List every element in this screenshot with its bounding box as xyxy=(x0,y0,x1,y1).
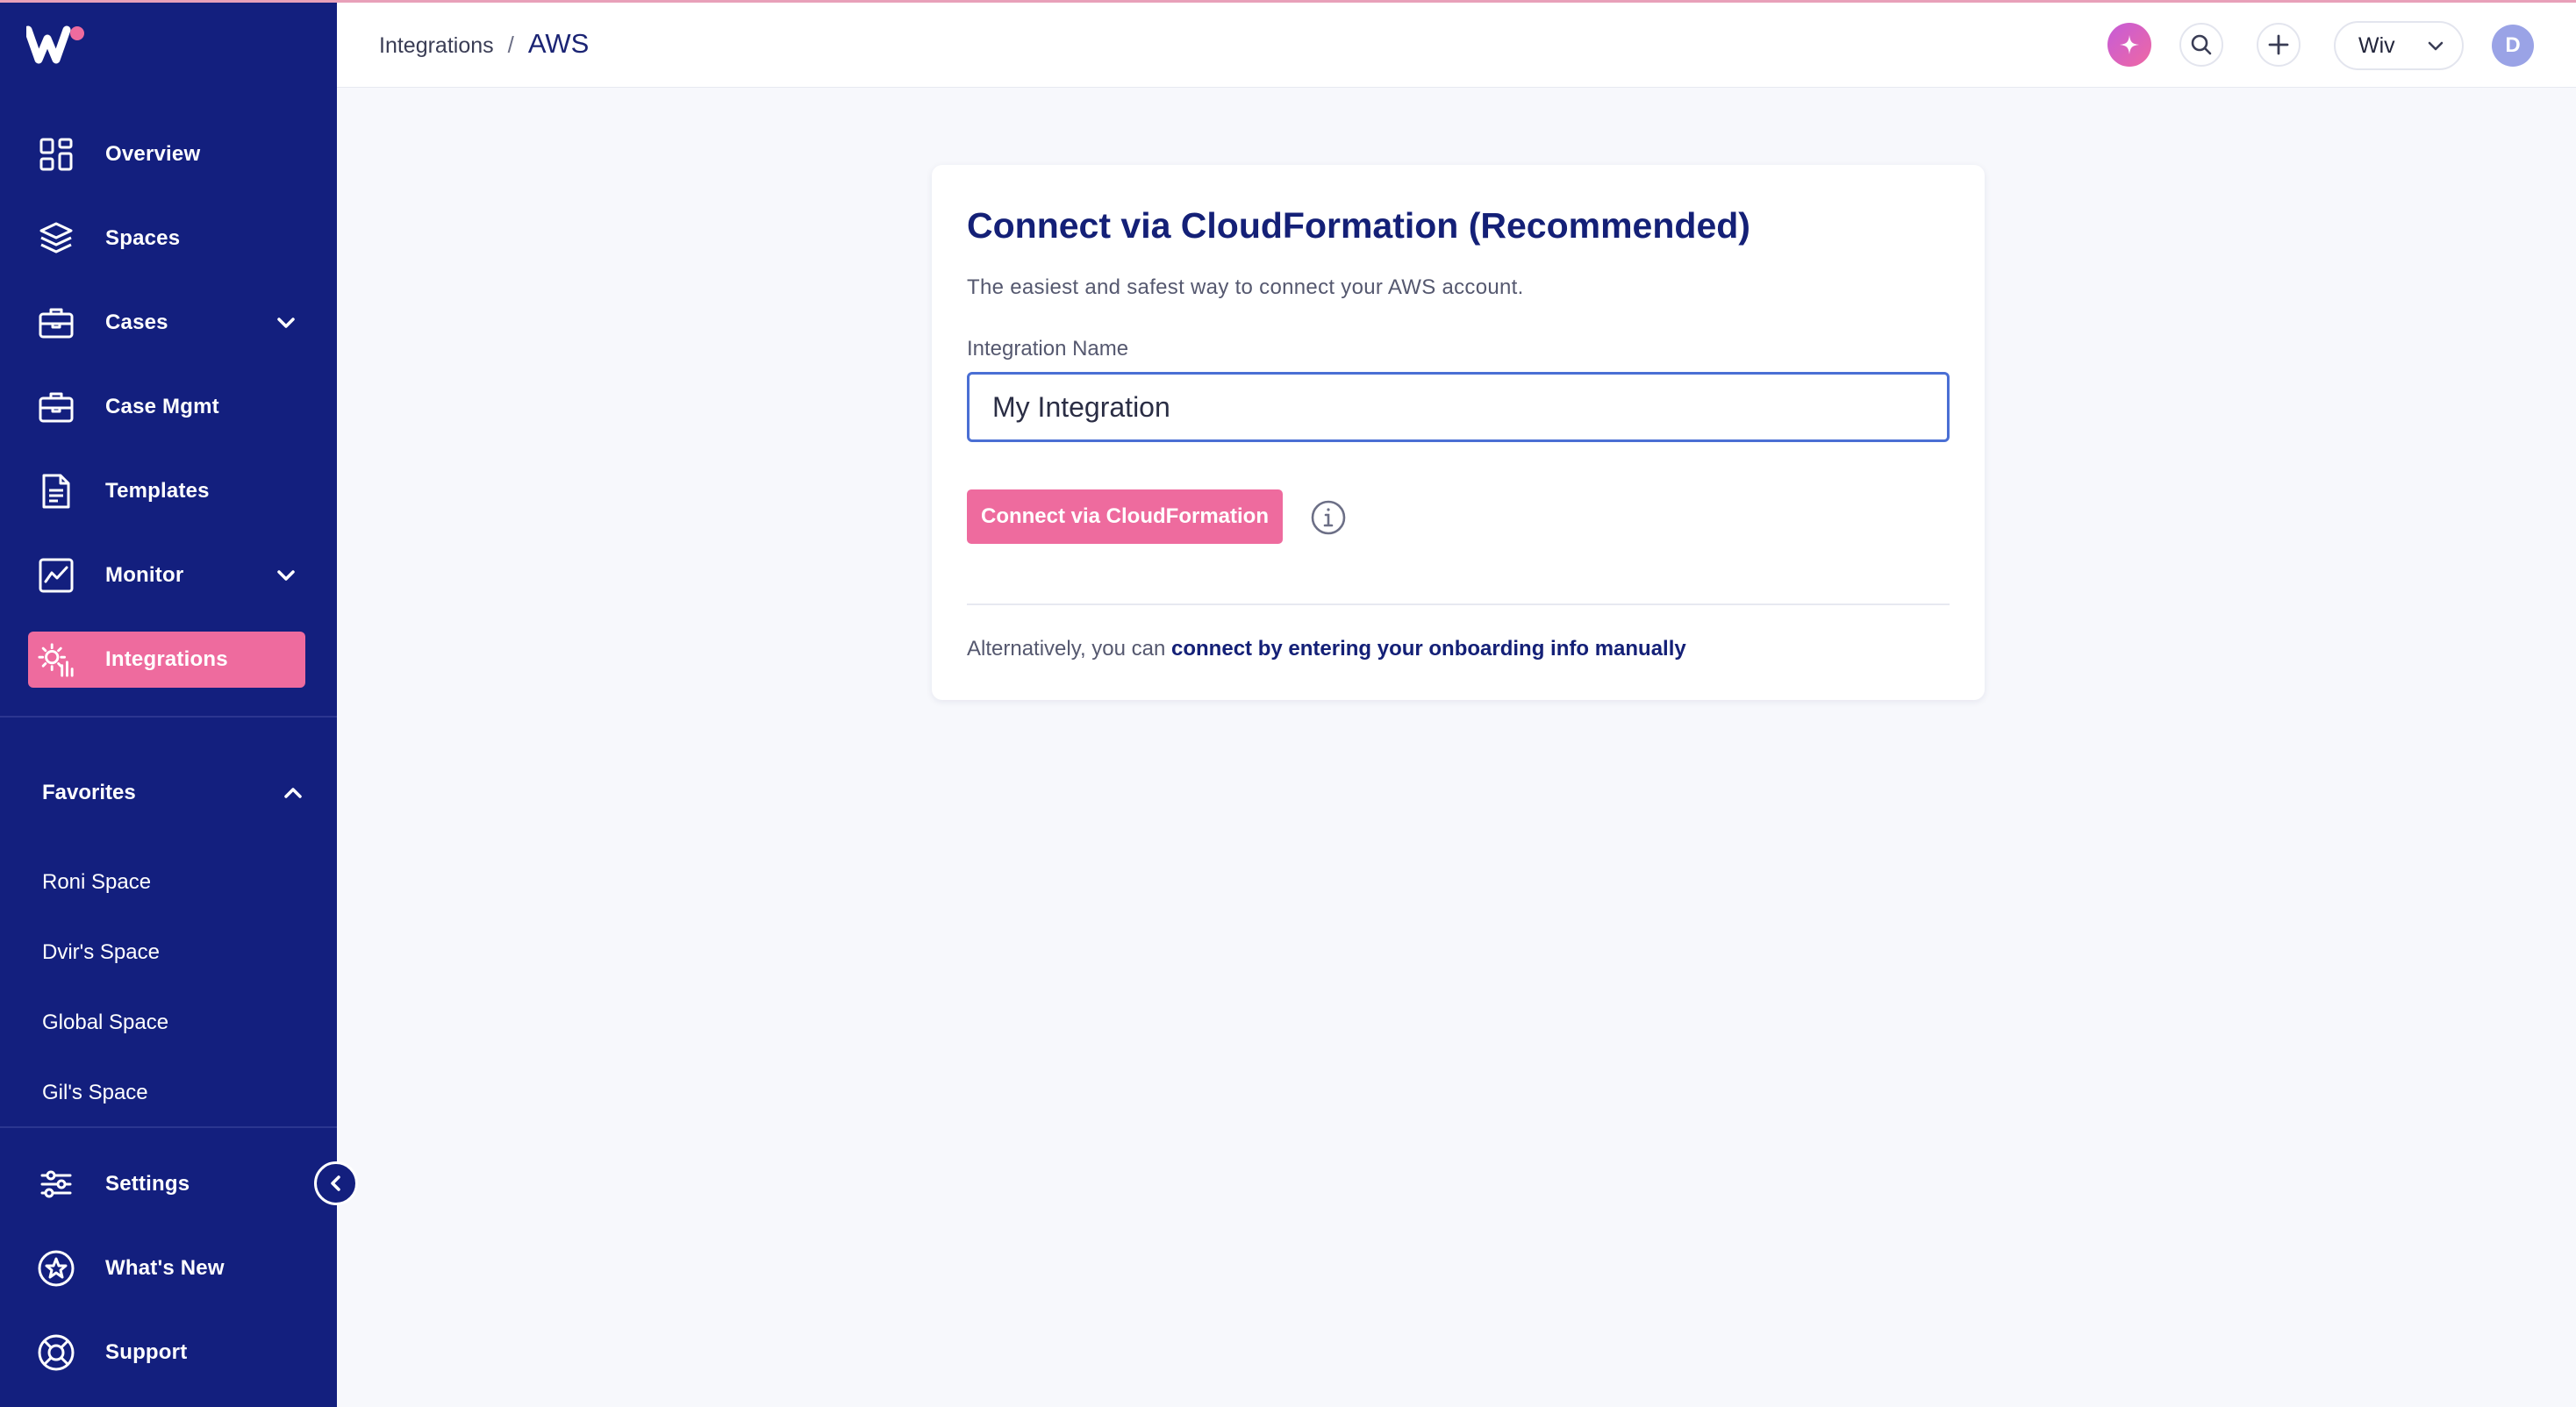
sidebar-collapse-button[interactable] xyxy=(314,1161,358,1205)
integration-name-label: Integration Name xyxy=(967,337,1129,361)
sidebar-divider xyxy=(0,1126,337,1128)
favorite-item-roni-space[interactable]: Roni Space xyxy=(42,870,151,895)
sidebar: Overview Spaces Cases Case Mgmt Template… xyxy=(0,0,337,1407)
user-avatar[interactable]: D xyxy=(2492,25,2534,67)
sidebar-item-label: Support xyxy=(105,1340,188,1364)
sidebar-divider xyxy=(0,716,337,718)
breadcrumb: Integrations / AWS xyxy=(379,28,589,60)
app-window: Overview Spaces Cases Case Mgmt Template… xyxy=(0,0,2576,1407)
favorites-label: Favorites xyxy=(42,781,136,804)
sidebar-item-label: Spaces xyxy=(105,226,181,250)
organization-name: Wiv xyxy=(2358,32,2395,58)
sidebar-item-case-mgmt[interactable]: Case Mgmt xyxy=(28,379,305,435)
chevron-left-icon xyxy=(331,1175,340,1191)
sidebar-item-label: Case Mgmt xyxy=(105,395,219,418)
connect-cloudformation-button[interactable]: Connect via CloudFormation xyxy=(967,489,1283,544)
sidebar-item-monitor[interactable]: Monitor xyxy=(28,547,305,604)
alternative-prefix: Alternatively, you can xyxy=(967,637,1172,661)
grid-icon xyxy=(37,135,75,174)
info-icon[interactable] xyxy=(1309,498,1348,537)
chevron-down-icon[interactable] xyxy=(274,563,298,588)
sidebar-item-spaces[interactable]: Spaces xyxy=(28,211,305,267)
breadcrumb-integrations[interactable]: Integrations xyxy=(379,33,494,59)
card-title: Connect via CloudFormation (Recommended) xyxy=(967,205,1750,246)
cloudformation-card: Connect via CloudFormation (Recommended)… xyxy=(932,165,1985,700)
plus-icon xyxy=(2268,34,2289,55)
top-accent-line xyxy=(0,0,2576,3)
chevron-down-icon[interactable] xyxy=(274,311,298,335)
sidebar-item-label: Integrations xyxy=(105,647,228,671)
layers-icon xyxy=(37,219,75,258)
card-divider xyxy=(967,604,1950,605)
document-icon xyxy=(37,472,75,511)
sliders-icon xyxy=(37,1165,75,1203)
briefcase-icon xyxy=(37,304,75,342)
card-subtitle: The easiest and safest way to connect yo… xyxy=(967,275,1524,299)
add-button[interactable] xyxy=(2257,23,2301,67)
sidebar-item-overview[interactable]: Overview xyxy=(28,126,305,182)
lifebuoy-icon xyxy=(37,1333,75,1372)
chevron-down-icon xyxy=(2428,41,2444,51)
sidebar-item-cases[interactable]: Cases xyxy=(28,295,305,351)
sidebar-item-support[interactable]: Support xyxy=(28,1325,305,1381)
favorite-item-gils-space[interactable]: Gil's Space xyxy=(42,1081,148,1105)
star-circle-icon xyxy=(37,1249,75,1288)
top-bar: Integrations / AWS Wiv D xyxy=(337,0,2576,88)
sidebar-item-label: What's New xyxy=(105,1256,225,1280)
sidebar-item-templates[interactable]: Templates xyxy=(28,463,305,519)
sparkle-icon xyxy=(2120,35,2139,54)
briefcase-icon xyxy=(37,388,75,426)
chart-monitor-icon xyxy=(37,556,75,595)
favorite-item-dvirs-space[interactable]: Dvir's Space xyxy=(42,940,160,965)
organization-select[interactable]: Wiv xyxy=(2334,21,2464,70)
favorite-item-global-space[interactable]: Global Space xyxy=(42,1011,168,1035)
sidebar-item-integrations[interactable]: Integrations xyxy=(28,632,305,688)
chevron-up-icon[interactable] xyxy=(281,781,305,805)
alternative-text: Alternatively, you can connect by enteri… xyxy=(967,637,1686,661)
sidebar-item-label: Settings xyxy=(105,1172,190,1196)
sidebar-item-label: Overview xyxy=(105,142,201,166)
manual-onboarding-link[interactable]: connect by entering your onboarding info… xyxy=(1171,637,1686,661)
search-icon xyxy=(2191,34,2212,55)
wiv-logo[interactable] xyxy=(26,25,88,65)
search-button[interactable] xyxy=(2179,23,2223,67)
breadcrumb-separator: / xyxy=(507,32,514,58)
ai-assistant-button[interactable] xyxy=(2107,23,2151,67)
breadcrumb-current: AWS xyxy=(527,28,590,59)
sidebar-item-whats-new[interactable]: What's New xyxy=(28,1240,305,1296)
sidebar-item-label: Cases xyxy=(105,311,168,334)
favorites-header[interactable]: Favorites xyxy=(42,774,305,812)
integration-name-input[interactable] xyxy=(967,372,1950,442)
sidebar-item-settings[interactable]: Settings xyxy=(28,1156,305,1212)
puzzle-gear-icon xyxy=(37,640,75,679)
sidebar-item-label: Monitor xyxy=(105,563,184,587)
sidebar-item-label: Templates xyxy=(105,479,210,503)
